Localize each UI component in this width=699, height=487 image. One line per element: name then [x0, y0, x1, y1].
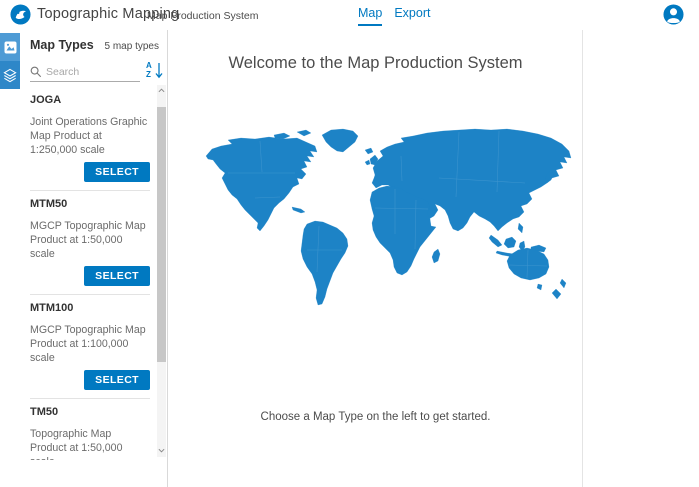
map-types-panel: Map Types 5 map types A Z JOGA Joint Ope…: [20, 30, 168, 487]
user-avatar-icon[interactable]: [663, 4, 684, 25]
select-button[interactable]: SELECT: [84, 162, 150, 182]
tab-map[interactable]: Map: [358, 6, 382, 26]
select-button[interactable]: SELECT: [84, 370, 150, 390]
sort-az-icon[interactable]: A Z: [145, 60, 165, 82]
app-window: Topographic Mapping Map Production Syste…: [0, 0, 699, 487]
map-type-name: MTM50: [30, 198, 150, 210]
app-subtitle: Map Production System: [147, 10, 258, 22]
map-type-item: JOGA Joint Operations Graphic Map Produc…: [30, 85, 150, 191]
scroll-up-icon[interactable]: [158, 87, 165, 94]
welcome-panel: Welcome to the Map Production System: [169, 30, 583, 487]
instruction-text: Choose a Map Type on the left to get sta…: [169, 411, 582, 423]
panel-title: Map Types: [30, 38, 94, 52]
rail-layers-icon[interactable]: [0, 61, 20, 89]
select-button[interactable]: SELECT: [84, 266, 150, 286]
search-input[interactable]: [46, 66, 136, 78]
scrollbar-thumb[interactable]: [157, 107, 166, 362]
map-type-description: Joint Operations Graphic Map Product at …: [30, 115, 149, 157]
map-type-name: TM50: [30, 406, 150, 418]
map-type-count: 5 map types: [105, 41, 159, 52]
map-type-name: JOGA: [30, 94, 150, 106]
left-icon-rail: [0, 30, 20, 487]
app-logo-icon: [10, 4, 31, 25]
top-tabs: Map Export: [358, 6, 430, 26]
map-type-item: MTM100 MGCP Topographic Map Product at 1…: [30, 295, 150, 399]
map-type-list: JOGA Joint Operations Graphic Map Produc…: [30, 85, 150, 460]
map-type-name: MTM100: [30, 302, 150, 314]
rail-map-image-icon[interactable]: [0, 33, 20, 61]
search-icon: [30, 66, 42, 78]
map-type-item: MTM50 MGCP Topographic Map Product at 1:…: [30, 191, 150, 295]
app-header: Topographic Mapping Map Production Syste…: [0, 0, 699, 30]
map-type-description: MGCP Topographic Map Product at 1:50,000…: [30, 219, 149, 261]
tab-export[interactable]: Export: [394, 6, 430, 26]
world-map-image: [199, 124, 579, 314]
scroll-down-icon[interactable]: [158, 447, 165, 454]
welcome-title: Welcome to the Map Production System: [169, 54, 582, 73]
search-field: [30, 62, 140, 82]
sidebar-scrollbar[interactable]: [157, 85, 166, 457]
map-type-description: Topographic Map Product at 1:50,000 scal…: [30, 427, 149, 460]
map-type-description: MGCP Topographic Map Product at 1:100,00…: [30, 323, 149, 365]
map-type-item: TM50 Topographic Map Product at 1:50,000…: [30, 399, 150, 460]
